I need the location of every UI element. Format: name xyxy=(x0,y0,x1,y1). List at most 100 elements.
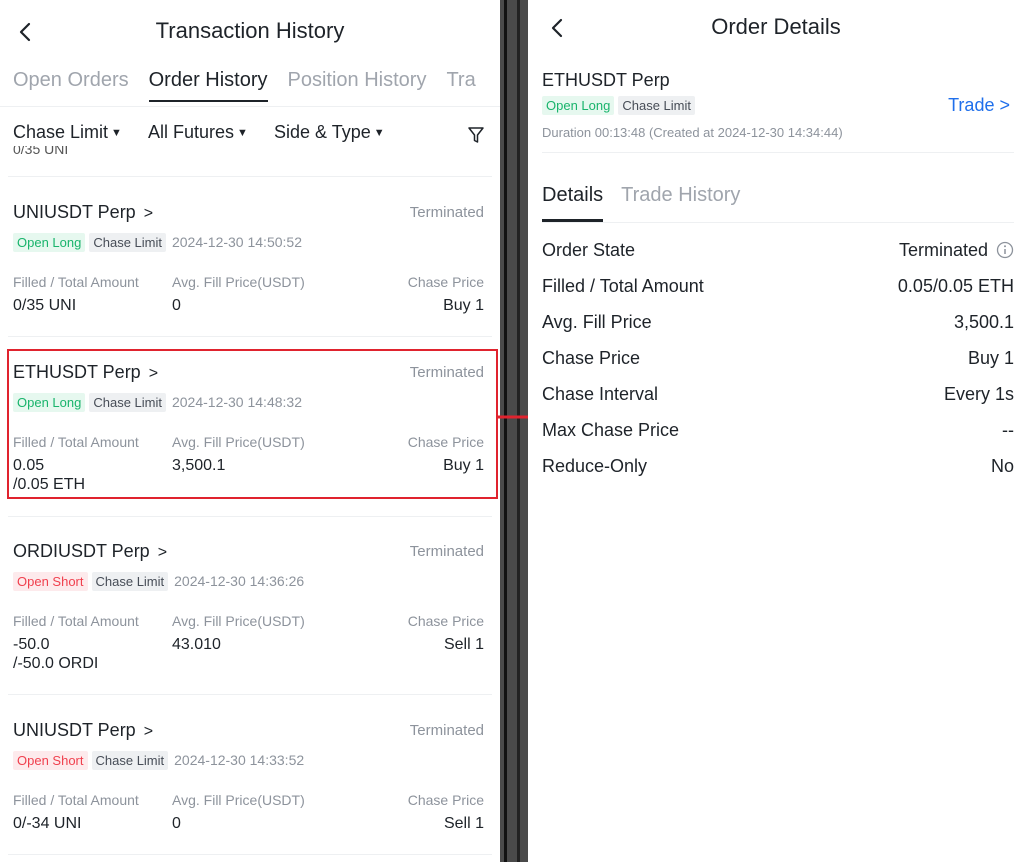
chevron-right-icon: > xyxy=(999,95,1010,115)
detail-value-group: Terminated xyxy=(899,240,1014,261)
order-type-badge: Chase Limit xyxy=(91,751,169,770)
filled-label: Filled / Total Amount xyxy=(13,792,139,808)
detail-row-order-state: Order State Terminated xyxy=(542,240,1014,264)
order-tags: Open Short Chase Limit 2024-12-30 14:33:52 xyxy=(13,751,304,770)
order-symbol[interactable]: ORDIUSDT Perp > xyxy=(13,541,167,562)
tab-details[interactable]: Details xyxy=(542,182,604,222)
transaction-history-screen: Transaction History Open Orders Order His… xyxy=(0,0,500,862)
trade-link-label: Trade xyxy=(948,95,995,115)
chevron-right-icon: > xyxy=(157,544,168,561)
detail-value: No xyxy=(990,456,1014,476)
order-time: 2024-12-30 14:33:52 xyxy=(174,752,305,768)
detail-value: Buy 1 xyxy=(967,348,1014,368)
tabs-divider xyxy=(0,106,500,107)
detail-row-max-chase-price: Max Chase Price -- xyxy=(542,420,1014,444)
side-badge: Open Long xyxy=(542,96,615,115)
filled-total-value: /-50.0 ORDI xyxy=(13,655,99,672)
detail-value: Terminated xyxy=(898,240,988,260)
order-details-screen: Order Details ETHUSDT Perp Open Long Chas… xyxy=(528,0,1024,862)
avg-price-value: 43.010 xyxy=(172,636,221,653)
caret-down-icon: ▼ xyxy=(237,127,248,139)
chevron-right-icon: > xyxy=(143,723,154,740)
tab-trade-history[interactable]: Trade History xyxy=(621,182,740,222)
detail-row-chase-interval: Chase Interval Every 1s xyxy=(542,384,1014,408)
order-type-badge: Chase Limit xyxy=(618,96,695,115)
detail-key: Avg. Fill Price xyxy=(542,312,652,332)
tab-position-history[interactable]: Position History xyxy=(288,66,427,102)
side-badge: Open Short xyxy=(13,572,88,591)
detail-key: Filled / Total Amount xyxy=(542,276,704,296)
side-type-filter[interactable]: Side & Type ▼ xyxy=(274,122,385,143)
caret-down-icon: ▼ xyxy=(111,127,122,139)
side-badge: Open Short xyxy=(13,751,88,770)
order-status: Terminated xyxy=(409,543,484,560)
tab-trade-history[interactable]: Tra xyxy=(446,66,475,102)
order-symbol-label: ORDIUSDT Perp xyxy=(13,541,150,561)
chase-price-label: Chase Price xyxy=(407,792,484,808)
order-time: 2024-12-30 14:50:52 xyxy=(171,234,302,250)
detail-row-reduce-only: Reduce-Only No xyxy=(542,456,1014,480)
detail-value: 0.05/0.05 ETH xyxy=(897,276,1014,296)
detail-key: Max Chase Price xyxy=(542,420,680,440)
detail-value: Every 1s xyxy=(943,384,1014,404)
side-type-filter-label: Side & Type xyxy=(274,122,371,142)
filter-funnel-icon[interactable] xyxy=(467,125,485,145)
chase-price-value: Buy 1 xyxy=(443,297,484,314)
order-symbol-label: UNIUSDT Perp xyxy=(13,720,136,740)
header: Transaction History xyxy=(0,0,500,62)
filled-label: Filled / Total Amount xyxy=(13,274,139,290)
order-tags: Open Long Chase Limit xyxy=(542,96,699,115)
tabs-divider xyxy=(542,222,1014,223)
selection-highlight xyxy=(7,349,498,499)
order-symbol-label: UNIUSDT Perp xyxy=(13,202,136,222)
avg-price-label: Avg. Fill Price(USDT) xyxy=(172,274,305,290)
avg-price-label: Avg. Fill Price(USDT) xyxy=(172,613,305,629)
order-time: 2024-12-30 14:36:26 xyxy=(174,573,305,589)
order-symbol[interactable]: UNIUSDT Perp > xyxy=(13,720,153,741)
filled-value: 0/-34 UNI xyxy=(13,815,82,832)
filled-value: 0/35 UNI xyxy=(13,297,77,314)
chevron-right-icon: > xyxy=(143,205,154,222)
market-filter-label: All Futures xyxy=(148,122,235,142)
caret-down-icon: ▼ xyxy=(373,127,385,139)
detail-row-avg-price: Avg. Fill Price 3,500.1 xyxy=(542,312,1014,336)
order-type-badge: Chase Limit xyxy=(91,572,169,591)
detail-key: Chase Price xyxy=(542,348,641,368)
avg-price-label: Avg. Fill Price(USDT) xyxy=(172,792,305,808)
side-badge: Open Long xyxy=(13,233,86,252)
market-filter[interactable]: All Futures ▼ xyxy=(148,122,248,143)
chase-price-label: Chase Price xyxy=(407,274,484,290)
order-card[interactable]: UNIUSDT Perp > Terminated Open Long Chase … xyxy=(0,176,500,336)
detail-key: Reduce-Only xyxy=(542,456,648,476)
clipped-row-text: 0/35 UNI xyxy=(13,146,69,154)
detail-row-filled: Filled / Total Amount 0.05/0.05 ETH xyxy=(542,276,1014,300)
section-divider xyxy=(542,152,1014,153)
detail-row-chase-price: Chase Price Buy 1 xyxy=(542,348,1014,372)
order-status: Terminated xyxy=(409,204,484,221)
chase-price-label: Chase Price xyxy=(407,613,484,629)
order-tags: Open Short Chase Limit 2024-12-30 14:36:26 xyxy=(13,572,304,591)
order-type-badge: Chase Limit xyxy=(89,233,166,252)
chase-price-value: Sell 1 xyxy=(443,815,484,832)
detail-key: Order State xyxy=(542,240,636,260)
screen-divider xyxy=(500,0,528,862)
order-status: Terminated xyxy=(409,722,484,739)
page-title: Order Details xyxy=(711,14,841,39)
detail-value: -- xyxy=(1002,420,1014,440)
order-card[interactable]: ORDIUSDT Perp > Terminated Open Short Chas… xyxy=(0,516,500,694)
trade-link[interactable]: Trade > xyxy=(948,95,1010,116)
avg-price-value: 0 xyxy=(172,297,181,314)
history-tabs: Open Orders Order History Position History… xyxy=(13,66,496,106)
details-tabs: Details Trade History xyxy=(542,182,758,222)
detail-key: Chase Interval xyxy=(542,384,659,404)
card-divider xyxy=(8,854,492,855)
order-symbol[interactable]: UNIUSDT Perp > xyxy=(13,202,153,223)
order-card[interactable]: UNIUSDT Perp > Terminated Open Short Chase… xyxy=(0,694,500,854)
order-symbol: ETHUSDT Perp xyxy=(542,70,670,90)
order-type-filter[interactable]: Chase Limit ▼ xyxy=(13,122,122,143)
tab-open-orders[interactable]: Open Orders xyxy=(13,66,129,102)
info-icon[interactable] xyxy=(996,241,1014,259)
tab-order-history[interactable]: Order History xyxy=(148,66,268,102)
avg-price-value: 0 xyxy=(172,815,181,832)
order-type-filter-label: Chase Limit xyxy=(13,122,109,142)
